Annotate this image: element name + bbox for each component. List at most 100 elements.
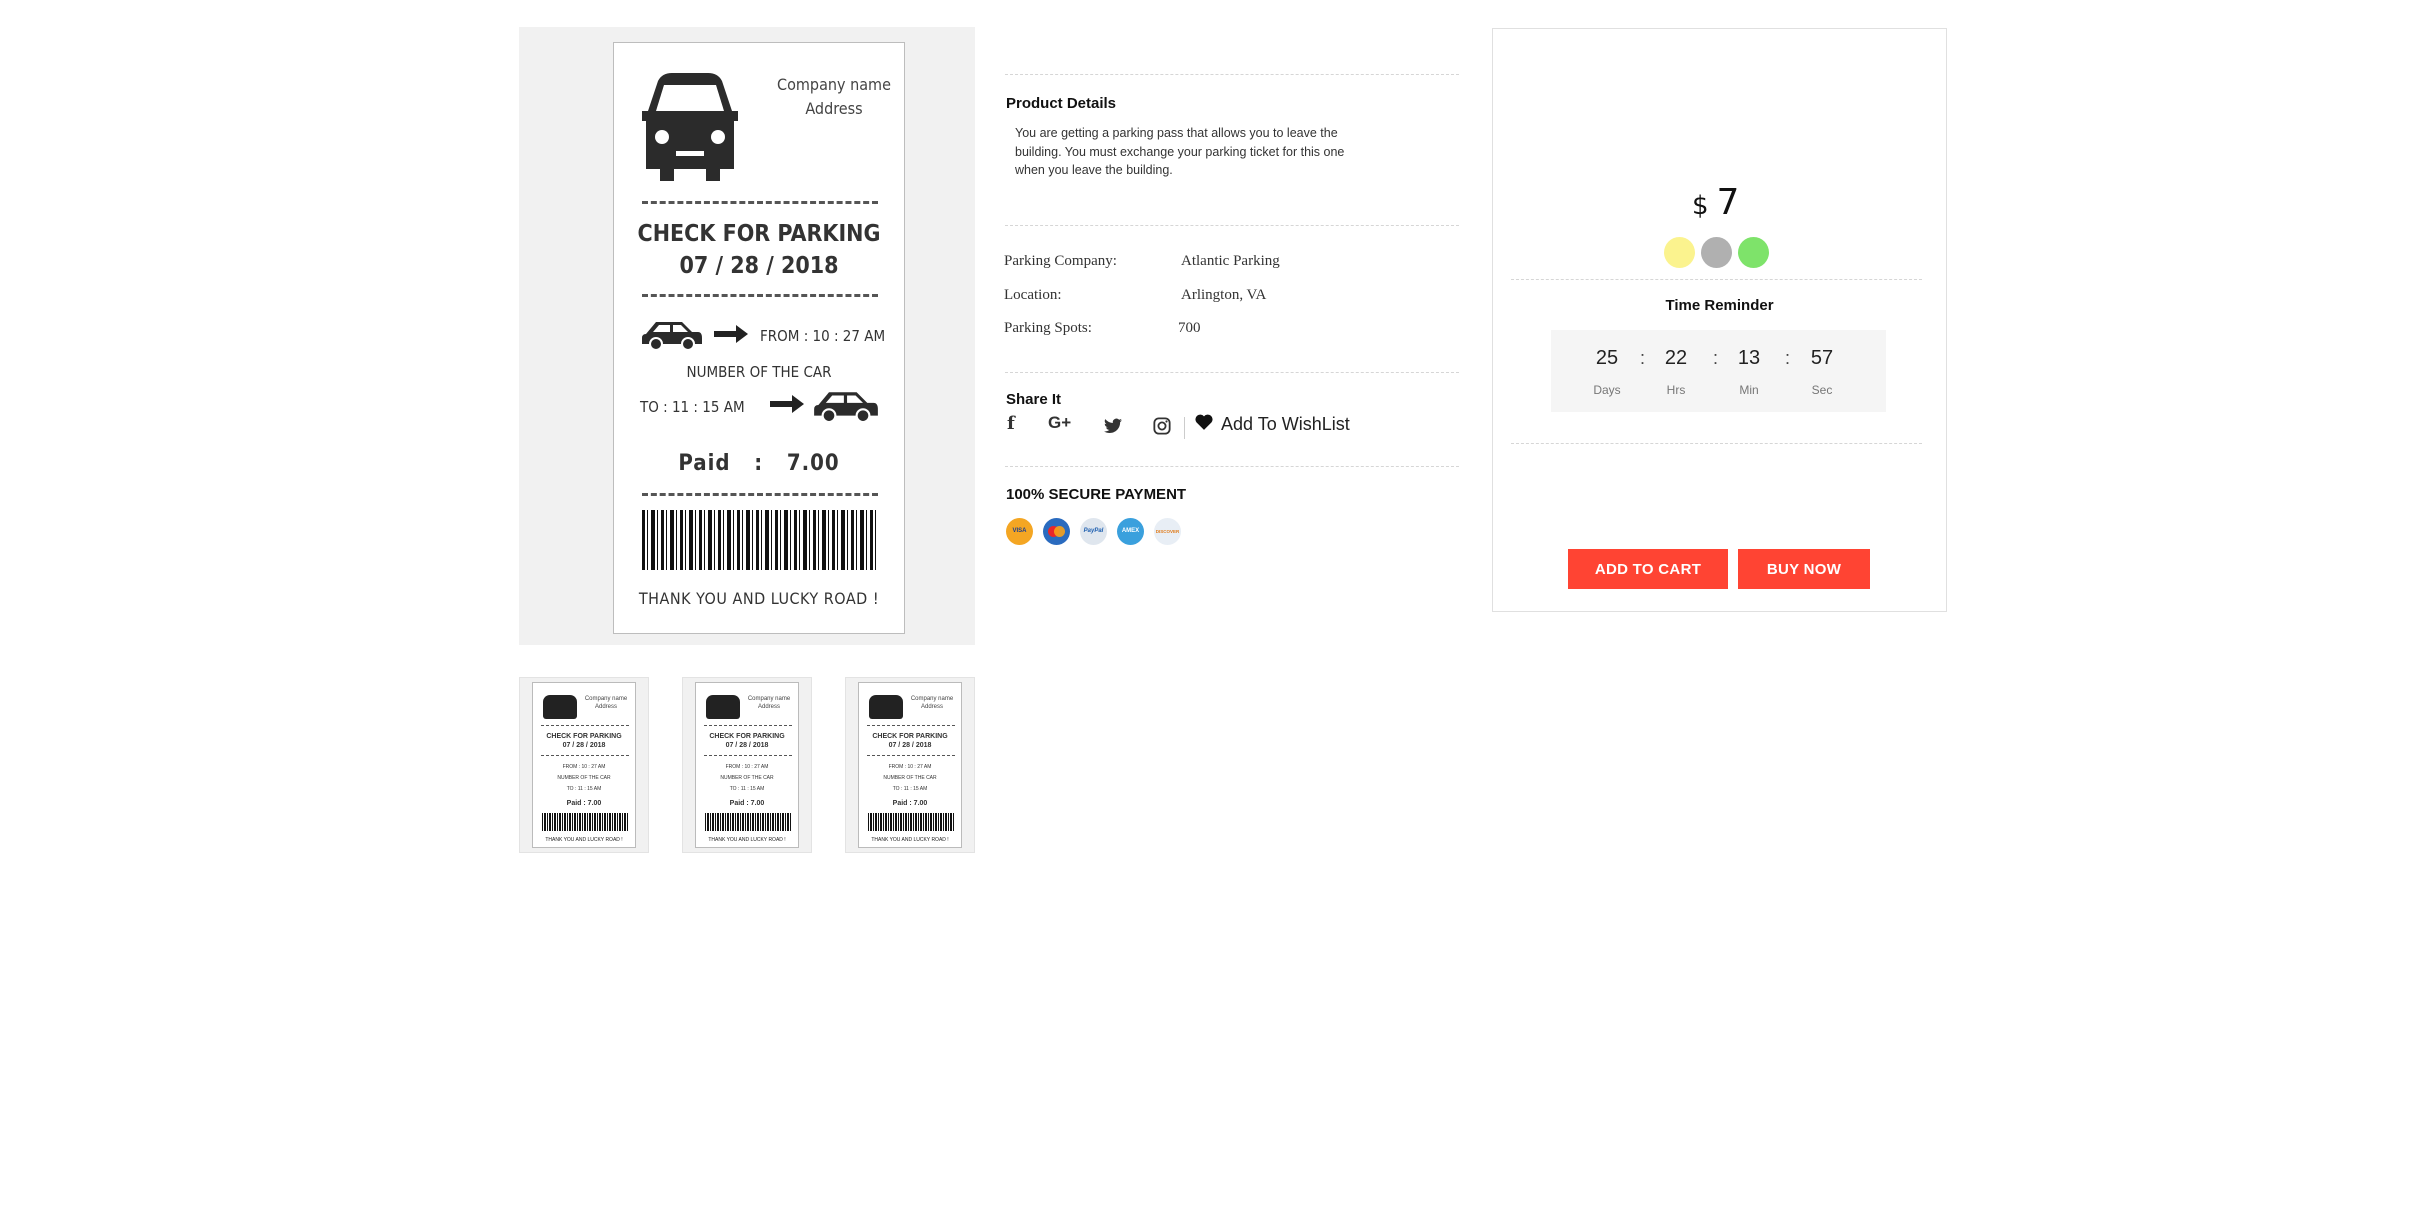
thumbnail-from-time: FROM : 10 : 27 AM xyxy=(725,764,769,770)
thumbnail-3[interactable]: Company name Address CHECK FOR PARKING 07… xyxy=(845,677,975,853)
timer-separator: : xyxy=(1640,348,1646,368)
thumbnail-divider xyxy=(704,725,792,726)
timer-seconds-label: Sec xyxy=(1811,383,1833,397)
spec-label-company: Parking Company: xyxy=(1004,253,1117,269)
car-side-icon xyxy=(642,322,702,350)
divider xyxy=(1511,443,1922,444)
timer-hours-value: 22 xyxy=(1664,347,1688,369)
thumbnail-1[interactable]: Company name Address CHECK FOR PARKING 07… xyxy=(519,677,649,853)
mastercard-icon xyxy=(1043,518,1070,545)
main-product-image[interactable]: Company name Address CHECK FOR PARKING 0… xyxy=(519,27,975,645)
thumbnail-2[interactable]: Company name Address CHECK FOR PARKING 07… xyxy=(682,677,812,853)
timer-days-value: 25 xyxy=(1595,347,1619,369)
thumbnail-divider xyxy=(541,725,629,726)
instagram-icon[interactable] xyxy=(1153,417,1171,435)
thumbnail-company: Company name Address xyxy=(584,696,628,710)
thumbnail-paid: Paid : 7.00 xyxy=(729,800,765,807)
price: $7 xyxy=(1692,182,1739,223)
barcode-image xyxy=(542,813,628,831)
thumbnail-divider xyxy=(867,725,955,726)
arrow-right-icon xyxy=(714,325,748,343)
time-reminder-heading: Time Reminder xyxy=(1665,297,1774,314)
spec-value-location: Arlington, VA xyxy=(1181,287,1267,303)
car-front-icon xyxy=(706,695,740,719)
timer-minutes-label: Min xyxy=(1739,383,1759,397)
thumbnail-thanks: THANK YOU AND LUCKY ROAD ! xyxy=(708,837,786,843)
spec-label-location: Location: xyxy=(1004,287,1062,303)
spec-label-spots: Parking Spots: xyxy=(1004,320,1092,336)
ticket-title: CHECK FOR PARKING xyxy=(637,221,881,247)
google-plus-icon[interactable]: G+ xyxy=(1048,413,1071,433)
color-swatch-gray[interactable] xyxy=(1701,237,1732,268)
ticket-paid-value: 7.00 xyxy=(786,451,840,476)
thumbnail-number-of-car: NUMBER OF THE CAR xyxy=(557,775,611,781)
thumbnail-title: CHECK FOR PARKING xyxy=(872,733,948,740)
timer-minutes-value: 13 xyxy=(1737,347,1761,369)
thumbnail-company: Company name Address xyxy=(747,696,791,710)
price-value: 7 xyxy=(1716,182,1740,223)
thumbnail-title: CHECK FOR PARKING xyxy=(546,733,622,740)
divider xyxy=(1005,225,1459,226)
countdown-timer: 25 Days : 22 Hrs : 13 Min : 57 Sec xyxy=(1551,330,1886,412)
barcode-image xyxy=(642,510,878,570)
thumbnail-ticket: Company name Address CHECK FOR PARKING 07… xyxy=(858,682,962,848)
secure-payment-heading: 100% SECURE PAYMENT xyxy=(1006,486,1187,503)
divider xyxy=(1511,279,1922,280)
ticket-company-address: Address xyxy=(805,99,863,118)
ticket-number-of-car: NUMBER OF THE CAR xyxy=(686,363,832,381)
thumbnail-company: Company name Address xyxy=(910,696,954,710)
facebook-icon[interactable]: f xyxy=(1007,413,1015,434)
car-front-icon xyxy=(869,695,903,719)
ticket-paid-label: Paid xyxy=(678,451,731,476)
buy-now-button[interactable]: BUY NOW xyxy=(1738,549,1870,589)
product-description: You are getting a parking pass that allo… xyxy=(1015,126,1345,177)
ticket-from-time: FROM : 10 : 27 AM xyxy=(760,327,886,345)
thumbnail-to-time: TO : 11 : 15 AM xyxy=(566,786,602,792)
barcode-image xyxy=(868,813,954,831)
amex-icon: AMEX xyxy=(1117,518,1144,545)
thumbnail-to-time: TO : 11 : 15 AM xyxy=(892,786,928,792)
thumbnail-thanks: THANK YOU AND LUCKY ROAD ! xyxy=(545,837,623,843)
thumbnail-number-of-car: NUMBER OF THE CAR xyxy=(883,775,937,781)
spec-value-spots: 700 xyxy=(1178,320,1201,336)
ticket-company-name: Company name xyxy=(777,75,891,94)
separator xyxy=(1184,417,1185,439)
price-currency: $ xyxy=(1692,191,1709,221)
divider xyxy=(1005,74,1459,75)
ticket-divider xyxy=(642,201,878,204)
thumbnail-divider xyxy=(541,755,629,756)
thumbnail-to-time: TO : 11 : 15 AM xyxy=(729,786,765,792)
twitter-icon[interactable] xyxy=(1104,418,1122,434)
thumbnail-divider xyxy=(704,755,792,756)
spec-value-company: Atlantic Parking xyxy=(1181,253,1280,269)
thumbnail-date: 07 / 28 / 2018 xyxy=(888,742,932,749)
ticket-divider xyxy=(642,493,878,496)
barcode-image xyxy=(705,813,791,831)
timer-seconds-value: 57 xyxy=(1810,347,1834,369)
ticket-divider xyxy=(642,294,878,297)
thumbnail-date: 07 / 28 / 2018 xyxy=(562,742,606,749)
arrow-right-icon xyxy=(770,395,804,413)
heart-icon xyxy=(1195,414,1213,430)
thumbnail-number-of-car: NUMBER OF THE CAR xyxy=(720,775,774,781)
add-to-wishlist-link[interactable]: Add To WishList xyxy=(1195,414,1350,435)
add-to-cart-button[interactable]: ADD TO CART xyxy=(1568,549,1728,589)
thumbnail-divider xyxy=(867,755,955,756)
thumbnail-thanks: THANK YOU AND LUCKY ROAD ! xyxy=(871,837,949,843)
paypal-icon: PayPal xyxy=(1080,518,1107,545)
divider xyxy=(1005,466,1459,467)
color-swatch-yellow[interactable] xyxy=(1664,237,1695,268)
car-front-icon xyxy=(642,73,738,181)
thumbnail-date: 07 / 28 / 2018 xyxy=(725,742,769,749)
timer-days-label: Days xyxy=(1593,383,1621,397)
thumbnail-ticket: Company name Address CHECK FOR PARKING 07… xyxy=(532,682,636,848)
car-front-icon xyxy=(543,695,577,719)
color-swatch-green[interactable] xyxy=(1738,237,1769,268)
thumbnail-title: CHECK FOR PARKING xyxy=(709,733,785,740)
divider xyxy=(1005,372,1459,373)
ticket-to-time: TO : 11 : 15 AM xyxy=(640,398,745,416)
visa-icon: VISA xyxy=(1006,518,1033,545)
ticket-paid-separator: : xyxy=(754,451,764,476)
thumbnail-from-time: FROM : 10 : 27 AM xyxy=(888,764,932,770)
timer-separator: : xyxy=(1785,348,1791,368)
